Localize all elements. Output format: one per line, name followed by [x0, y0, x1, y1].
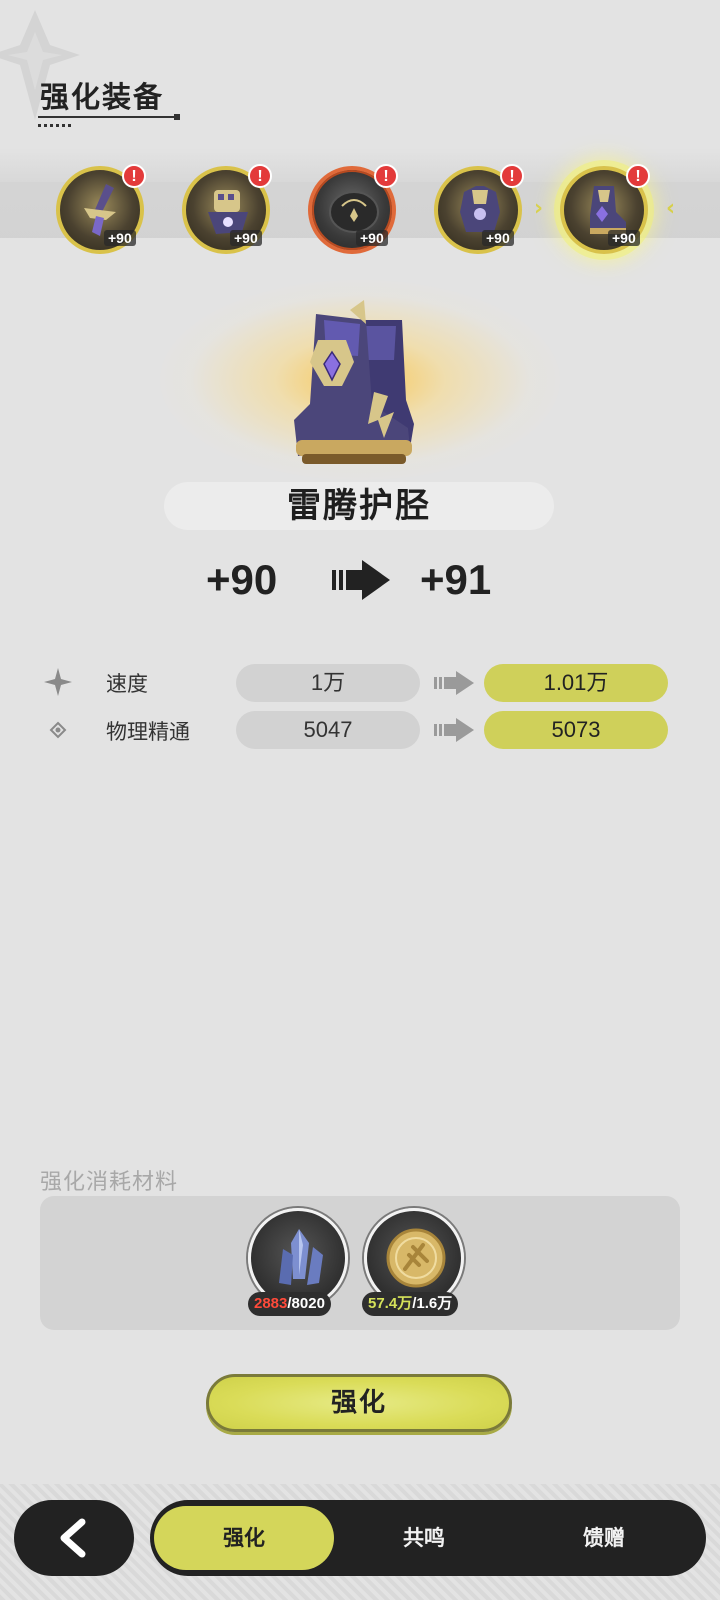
stat-old-value: 5047 — [236, 711, 420, 749]
stat-name: 物理精通 — [106, 720, 190, 744]
equipment-slot-gloves[interactable]: +90 ! — [182, 164, 272, 254]
four-point-star-icon — [44, 668, 72, 696]
materials-panel — [40, 1196, 680, 1330]
alert-badge: ! — [248, 164, 272, 188]
level-current: +90 — [206, 556, 278, 603]
material-need: /8020 — [287, 1295, 325, 1312]
material-count: 57.4万/1.6万 — [362, 1292, 459, 1316]
equipment-slot-weapon[interactable]: +90 ! — [56, 164, 146, 254]
boots-icon — [294, 300, 414, 464]
level-next: +91 — [420, 556, 492, 603]
material-need: /1.6万 — [412, 1295, 453, 1312]
stat-old-value: 1万 — [236, 664, 420, 702]
stat-name: 速度 — [106, 672, 148, 696]
tab-resonance[interactable]: 共鸣 — [334, 1500, 514, 1576]
coin-icon — [386, 1228, 446, 1288]
title-underline — [38, 114, 180, 120]
alert-badge: ! — [374, 164, 398, 188]
slot-level: +90 — [482, 230, 514, 246]
equipment-slot-boots[interactable]: +90 ! — [560, 164, 650, 254]
diamond-dot-icon — [49, 721, 67, 739]
equipment-slot-armor[interactable]: +90 ! — [434, 164, 524, 254]
slot-level: +90 — [104, 230, 136, 246]
tab-enhance[interactable]: 强化 — [154, 1506, 334, 1570]
back-button[interactable] — [14, 1500, 134, 1576]
material-have: 57.4万 — [368, 1295, 413, 1312]
materials-label: 强化消耗材料 — [40, 1170, 179, 1195]
title-dots — [38, 124, 72, 127]
arrow-right-icon — [332, 560, 390, 600]
crystal-icon — [279, 1229, 323, 1285]
slot-level: +90 — [608, 230, 640, 246]
material-count: 2883/8020 — [248, 1292, 331, 1316]
chevron-right-icon: › — [534, 196, 544, 221]
arrow-right-icon — [434, 671, 474, 695]
slot-level: +90 — [356, 230, 388, 246]
alert-badge: ! — [122, 164, 146, 188]
chevron-left-icon: ‹ — [666, 196, 676, 221]
slot-level: +90 — [230, 230, 262, 246]
enhance-button[interactable]: 强化 — [206, 1374, 512, 1432]
alert-badge: ! — [626, 164, 650, 188]
alert-badge: ! — [500, 164, 524, 188]
tab-gift[interactable]: 馈赠 — [514, 1500, 694, 1576]
arrow-right-icon — [434, 718, 474, 742]
stat-new-value: 1.01万 — [484, 664, 668, 702]
item-name: 雷腾护胫 — [287, 486, 431, 526]
material-have: 2883 — [254, 1295, 288, 1312]
page-title: 强化装备 — [40, 80, 165, 114]
stat-new-value: 5073 — [484, 711, 668, 749]
equipment-slot-ring[interactable]: +90 ! — [308, 164, 398, 254]
chevron-left-icon — [60, 1518, 86, 1558]
